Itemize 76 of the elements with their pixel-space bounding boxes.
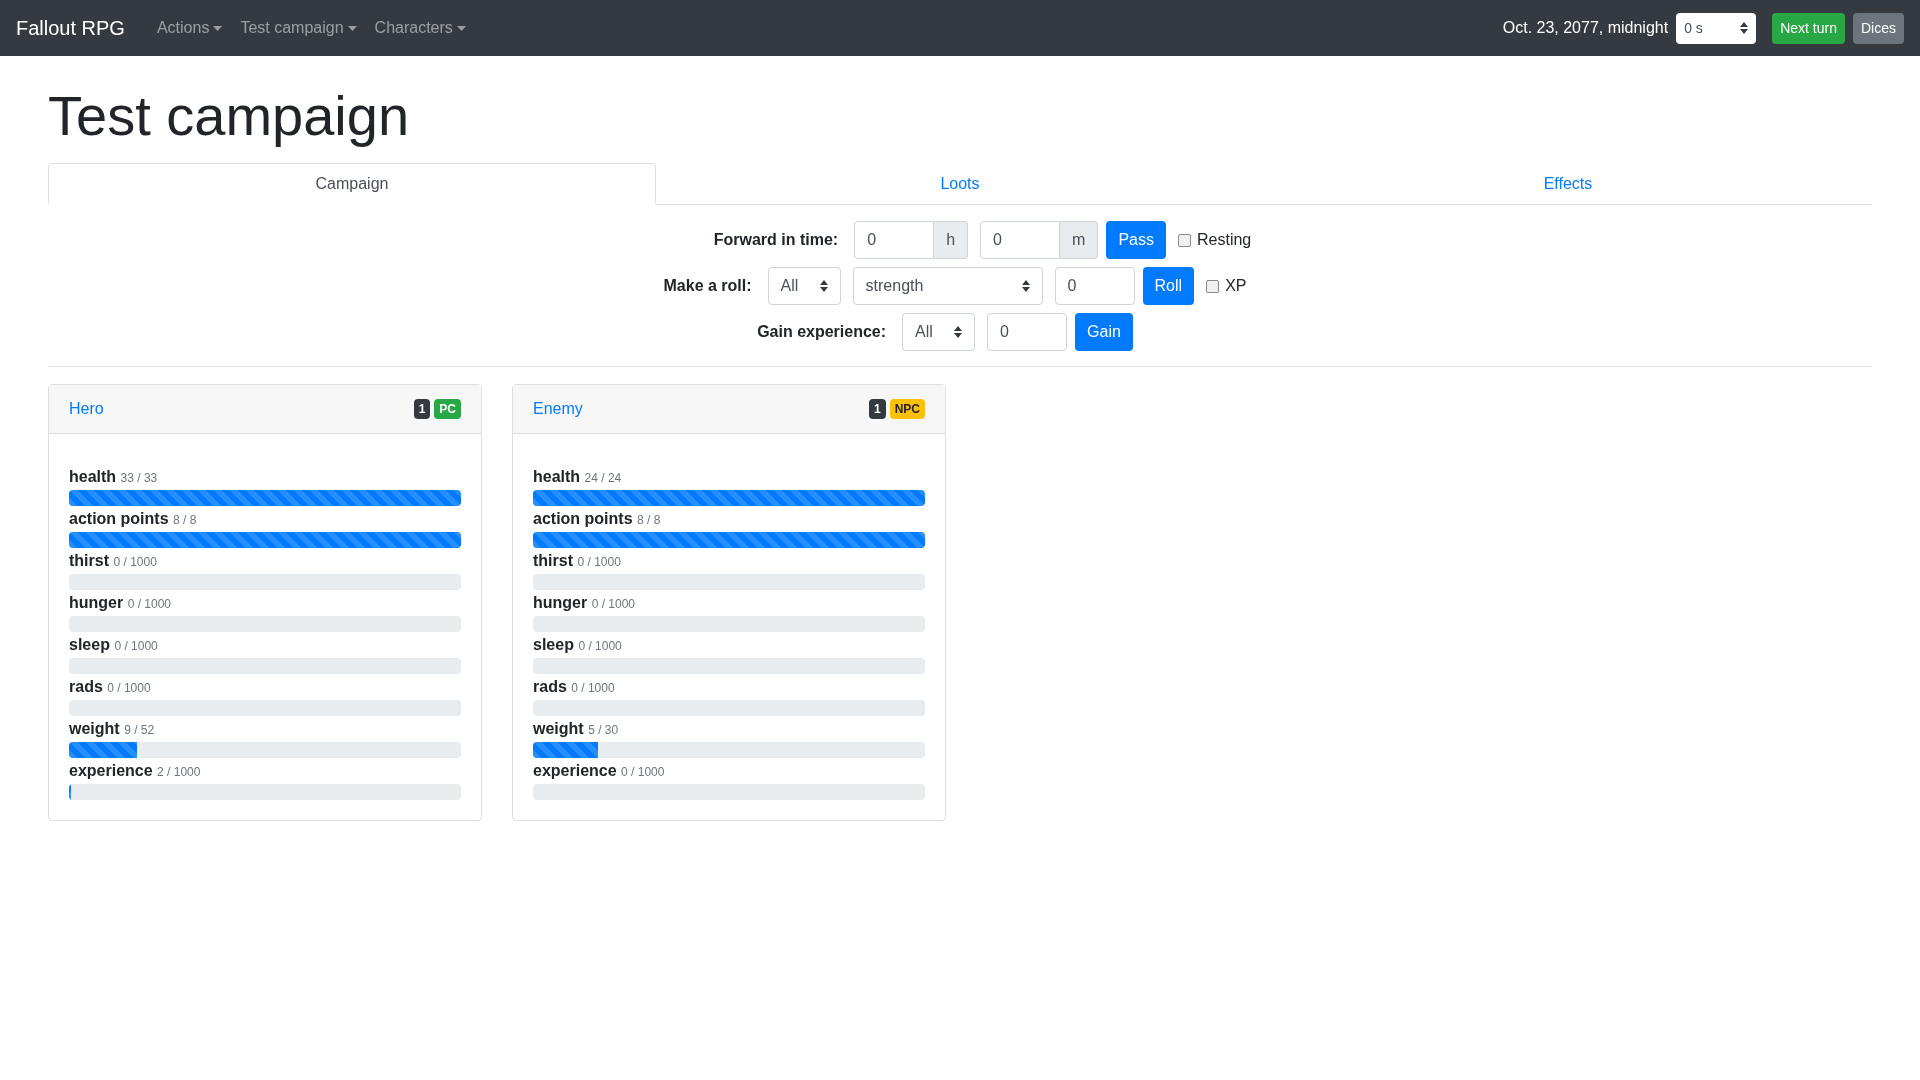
sort-caret-icon bbox=[819, 280, 828, 293]
select-field[interactable]: strength bbox=[852, 267, 1043, 306]
tab[interactable]: Effects bbox=[1264, 163, 1872, 206]
brand-link[interactable]: Fallout RPG bbox=[16, 13, 125, 43]
duration-select[interactable]: 0 s bbox=[1676, 12, 1757, 44]
sort-caret-icon bbox=[954, 326, 963, 339]
form-label: Make a roll: bbox=[663, 276, 752, 297]
stat-name: action points bbox=[533, 510, 633, 528]
unit-addon: m bbox=[1060, 221, 1099, 260]
stat-name: hunger bbox=[533, 594, 588, 612]
stat-name: experience bbox=[69, 762, 153, 780]
stat-reading: 0 / 1000 bbox=[591, 597, 636, 612]
stat-reading: 0 / 1000 bbox=[571, 681, 615, 696]
count-badge: 1 bbox=[868, 399, 886, 420]
stat-reading: 0 / 1000 bbox=[113, 555, 157, 570]
stat-name: thirst bbox=[533, 552, 573, 570]
stat-reading: 0 / 1000 bbox=[107, 681, 151, 696]
nav-button[interactable]: Next turn bbox=[1772, 12, 1845, 44]
number-field[interactable]: 0 bbox=[854, 221, 935, 260]
stat-name: rads bbox=[533, 678, 567, 696]
stat-name: hunger bbox=[69, 594, 124, 612]
tab[interactable]: Campaign bbox=[48, 163, 656, 206]
sort-caret-icon bbox=[1021, 280, 1030, 293]
caret-icon bbox=[347, 25, 357, 31]
caret-icon bbox=[456, 25, 466, 31]
stat-reading: 8 / 8 bbox=[173, 513, 197, 528]
sort-caret-icon bbox=[1740, 22, 1749, 34]
number-field[interactable]: 0 bbox=[980, 221, 1061, 260]
stat-name: health bbox=[533, 468, 581, 486]
checkbox-label: XP bbox=[1225, 276, 1247, 297]
select-field[interactable]: All bbox=[902, 313, 976, 352]
stat-name: sleep bbox=[69, 636, 110, 654]
stat-reading: 8 / 8 bbox=[637, 513, 661, 528]
checkbox[interactable] bbox=[1206, 279, 1220, 293]
caret-icon bbox=[213, 25, 223, 31]
checkbox-label: Resting bbox=[1197, 230, 1252, 251]
stat-name: thirst bbox=[69, 552, 109, 570]
stat-reading: 24 / 24 bbox=[584, 471, 622, 486]
form-label: Gain experience: bbox=[757, 322, 887, 343]
menu-dropdown[interactable]: Test campaign bbox=[232, 16, 365, 40]
number-field[interactable]: 0 bbox=[987, 313, 1068, 352]
stat-name: experience bbox=[533, 762, 617, 780]
stat-reading: 0 / 1000 bbox=[621, 765, 665, 780]
character-link[interactable]: Hero bbox=[69, 397, 104, 422]
stat-name: sleep bbox=[533, 636, 574, 654]
stat-name: weight bbox=[533, 720, 584, 738]
stat-reading: 0 / 1000 bbox=[578, 639, 622, 654]
character-link[interactable]: Enemy bbox=[533, 397, 583, 422]
number-field[interactable]: 0 bbox=[1054, 267, 1135, 306]
stat-reading: 0 / 1000 bbox=[127, 597, 172, 612]
stat-name: health bbox=[69, 468, 117, 486]
type-badge: PC bbox=[434, 399, 461, 420]
count-badge: 1 bbox=[413, 399, 431, 420]
stat-reading: 0 / 1000 bbox=[114, 639, 158, 654]
menu-dropdown[interactable]: Characters bbox=[366, 16, 474, 40]
form-label: Forward in time: bbox=[713, 230, 839, 251]
stat-reading: 33 / 33 bbox=[120, 471, 158, 486]
date-text: Oct. 23, 2077, midnight bbox=[1502, 18, 1669, 38]
stat-reading: 5 / 30 bbox=[588, 723, 619, 738]
submit-button[interactable]: Pass bbox=[1106, 221, 1166, 260]
stat-name: weight bbox=[69, 720, 120, 738]
stat-name: rads bbox=[69, 678, 103, 696]
submit-button[interactable]: Roll bbox=[1142, 267, 1195, 306]
tab[interactable]: Loots bbox=[656, 163, 1264, 206]
select-field[interactable]: All bbox=[767, 267, 841, 306]
stat-reading: 9 / 52 bbox=[124, 723, 155, 738]
stat-reading: 0 / 1000 bbox=[577, 555, 621, 570]
checkbox[interactable] bbox=[1178, 233, 1191, 247]
submit-button[interactable]: Gain bbox=[1075, 313, 1133, 352]
nav-button[interactable]: Dices bbox=[1853, 12, 1904, 44]
stat-name: action points bbox=[69, 510, 169, 528]
page-title: Test campaign bbox=[48, 83, 411, 149]
stat-reading: 2 / 1000 bbox=[157, 765, 201, 780]
menu-dropdown[interactable]: Actions bbox=[148, 16, 231, 40]
unit-addon: h bbox=[934, 221, 969, 260]
type-badge: NPC bbox=[889, 399, 925, 420]
